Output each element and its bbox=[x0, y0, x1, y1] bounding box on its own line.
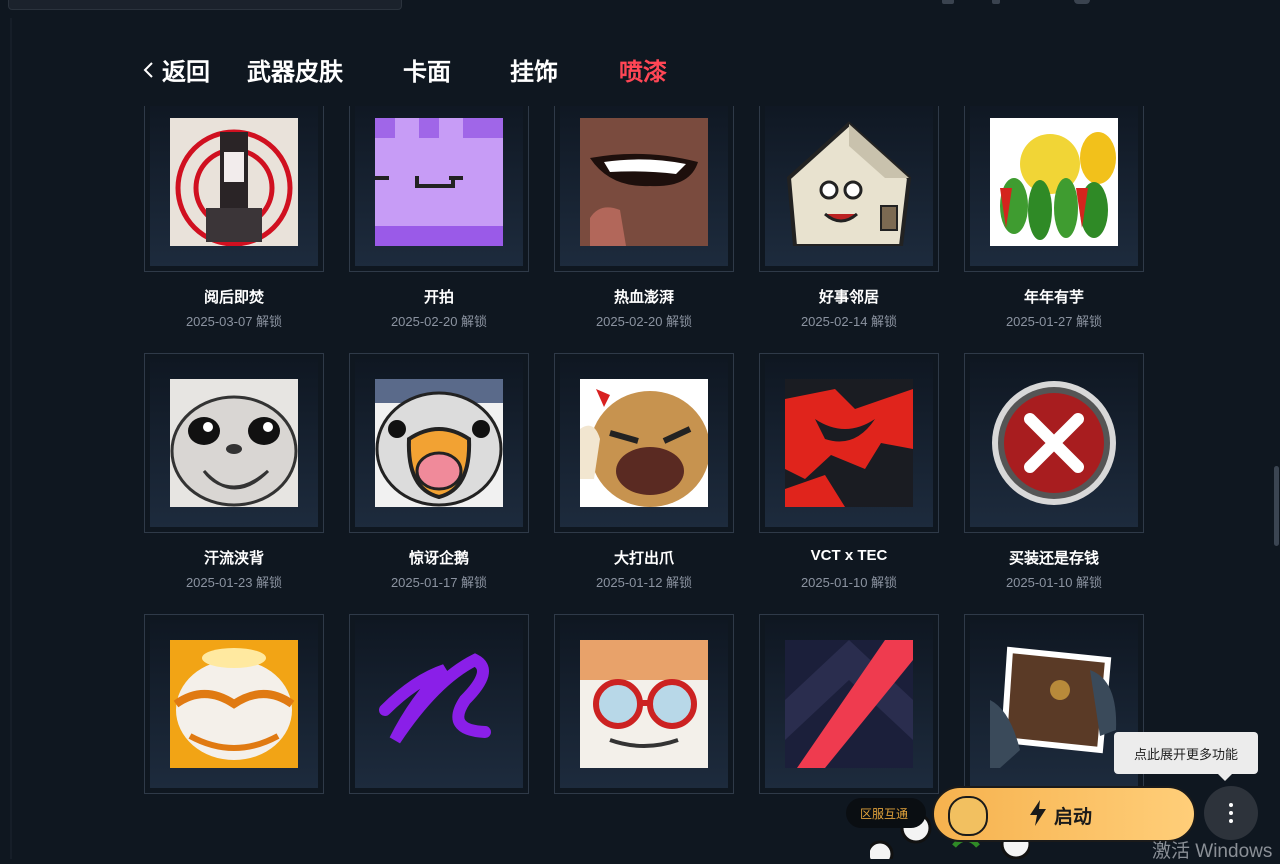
house-neighbor-spray-icon bbox=[785, 118, 913, 246]
chevron-logo-spray-icon bbox=[785, 640, 913, 768]
spray-name: 好事邻居 bbox=[818, 289, 879, 306]
window-control-icon[interactable] bbox=[942, 0, 954, 4]
angry-tiger-spray-icon bbox=[580, 379, 708, 507]
top-bar bbox=[0, 0, 1280, 10]
spray-thumbnail[interactable] bbox=[759, 106, 939, 272]
spray-thumbnail[interactable] bbox=[759, 353, 939, 533]
launch-button[interactable]: 启动 bbox=[932, 786, 1196, 842]
mascot-icon bbox=[948, 796, 988, 836]
forward-icon[interactable] bbox=[992, 0, 1000, 4]
spray-thumbnail[interactable] bbox=[554, 106, 734, 272]
spray-unlock-date: 2025-01-23 解锁 bbox=[185, 575, 283, 590]
grin-thumbs-up-spray-icon bbox=[580, 118, 708, 246]
launch-label: 启动 bbox=[1054, 807, 1093, 828]
spray-unlock-date: 2025-02-20 解锁 bbox=[595, 314, 693, 329]
avatar[interactable] bbox=[1074, 0, 1090, 4]
spray-thumbnail[interactable] bbox=[349, 353, 529, 533]
spray-thumbnail[interactable] bbox=[964, 353, 1144, 533]
region-interop-badge[interactable]: 区服互通 bbox=[846, 798, 926, 828]
spray-name: 年年有芋 bbox=[1023, 289, 1084, 306]
spray-thumbnail[interactable] bbox=[759, 614, 939, 794]
burn-after-reading-spray-icon bbox=[170, 118, 298, 246]
spray-thumbnail[interactable] bbox=[554, 353, 734, 533]
spray-name: 汗流浃背 bbox=[203, 550, 264, 567]
spray-name: 开拍 bbox=[423, 289, 454, 306]
left-rail bbox=[10, 18, 12, 859]
purple-face-spray-icon bbox=[375, 118, 503, 246]
spray-thumbnail[interactable] bbox=[144, 614, 324, 794]
spray-name: 惊讶企鹅 bbox=[408, 550, 469, 567]
spray-unlock-date: 2025-02-14 解锁 bbox=[800, 314, 898, 329]
golden-mask-spray-icon bbox=[170, 640, 298, 768]
tab-charms[interactable]: 挂饰 bbox=[510, 52, 558, 87]
back-button[interactable]: 返回 bbox=[142, 52, 210, 87]
goggles-character-spray-icon bbox=[580, 640, 708, 768]
surprised-penguin-spray-icon bbox=[375, 379, 503, 507]
chevron-left-icon bbox=[143, 61, 153, 78]
spray-name: 大打出爪 bbox=[613, 550, 674, 567]
spray-unlock-date: 2025-03-07 解锁 bbox=[185, 314, 283, 329]
sweating-seal-spray-icon bbox=[170, 379, 298, 507]
spray-thumbnail[interactable] bbox=[349, 106, 529, 272]
more-features-tooltip: 点此展开更多功能 bbox=[1114, 732, 1258, 781]
top-search-box[interactable] bbox=[8, 0, 402, 10]
collection-nav: 返回 武器皮肤 卡面 挂饰 喷漆 bbox=[140, 48, 740, 88]
spray-unlock-date: 2025-01-27 解锁 bbox=[1005, 314, 1103, 329]
spray-grid: 阅后即焚 2025-03-07 解锁 开拍 2025-02-20 解锁 热血澎湃… bbox=[144, 106, 1144, 806]
red-x-button-spray-icon bbox=[990, 379, 1118, 507]
tab-sprays[interactable]: 喷漆 bbox=[619, 52, 667, 87]
more-dot-icon bbox=[1229, 811, 1233, 815]
tab-cards[interactable]: 卡面 bbox=[403, 52, 451, 87]
more-dot-icon bbox=[1229, 803, 1233, 807]
spray-thumbnail[interactable] bbox=[349, 614, 529, 794]
lightning-icon bbox=[1030, 800, 1046, 826]
empty-wallet-spray-icon bbox=[990, 640, 1118, 768]
spray-name: VCT x TEC bbox=[810, 547, 888, 564]
spray-unlock-date: 2025-01-10 解锁 bbox=[800, 575, 898, 590]
spray-thumbnail[interactable] bbox=[964, 106, 1144, 272]
spray-unlock-date: 2025-01-10 解锁 bbox=[1005, 575, 1103, 590]
more-dot-icon bbox=[1229, 819, 1233, 823]
spray-thumbnail[interactable] bbox=[144, 106, 324, 272]
spray-name: 阅后即焚 bbox=[203, 289, 264, 306]
tab-weapon-skins[interactable]: 武器皮肤 bbox=[247, 52, 343, 87]
spray-name: 买装还是存钱 bbox=[1008, 550, 1099, 567]
scrollbar-thumb[interactable] bbox=[1274, 466, 1279, 546]
spray-unlock-date: 2025-02-20 解锁 bbox=[390, 314, 488, 329]
fruit-basket-spray-icon bbox=[990, 118, 1118, 246]
spray-unlock-date: 2025-01-17 解锁 bbox=[390, 575, 488, 590]
vct-tec-spray-icon bbox=[785, 379, 913, 507]
spray-name: 热血澎湃 bbox=[613, 289, 674, 306]
purple-signature-spray-icon bbox=[375, 640, 503, 768]
more-options-button[interactable] bbox=[1204, 786, 1258, 840]
spray-thumbnail[interactable] bbox=[554, 614, 734, 794]
back-label: 返回 bbox=[162, 59, 210, 86]
spray-thumbnail[interactable] bbox=[144, 353, 324, 533]
spray-unlock-date: 2025-01-12 解锁 bbox=[595, 575, 693, 590]
